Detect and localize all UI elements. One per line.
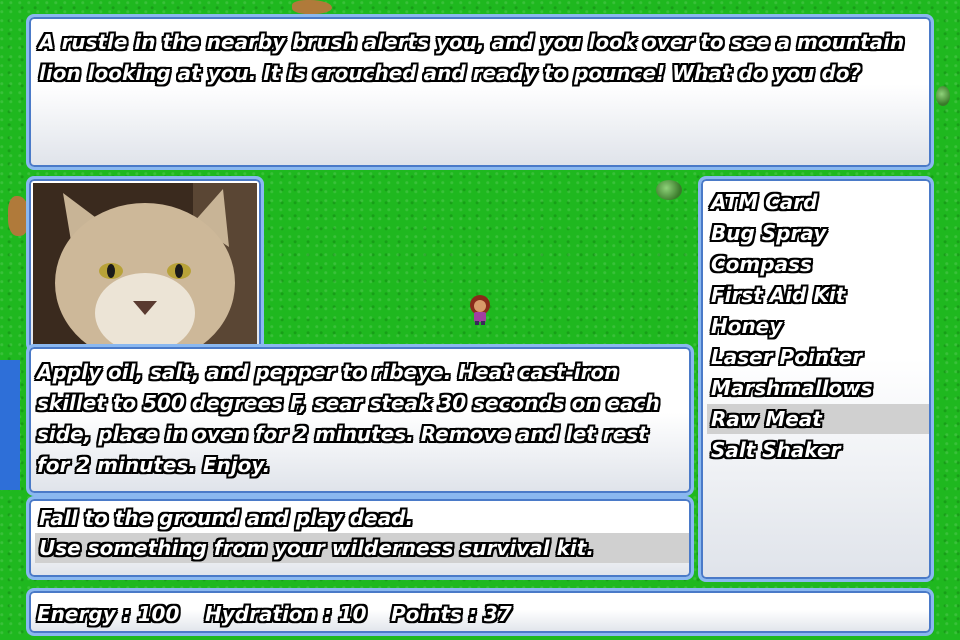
player-character-icon — [470, 295, 490, 325]
inventory-item-marshmallows[interactable]: Marshmallows — [707, 373, 929, 403]
inventory-item-bug-spray[interactable]: Bug Spray — [707, 218, 929, 248]
inventory-item-compass[interactable]: Compass — [707, 249, 929, 279]
encounter-portrait — [26, 176, 264, 352]
message-window: A rustle in the nearby brush alerts you,… — [26, 14, 934, 170]
inventory-window: ATM Card Bug Spray Compass First Aid Kit… — [698, 176, 934, 582]
inventory-item-laser-pointer[interactable]: Laser Pointer — [707, 342, 929, 372]
dirt-patch — [292, 0, 332, 14]
bush-sprite — [936, 86, 950, 106]
choices-window: Fall to the ground and play dead. Use so… — [26, 496, 694, 580]
hydration-stat: Hydration : 10 — [205, 602, 367, 626]
water-tile — [0, 360, 20, 490]
inventory-item-first-aid-kit[interactable]: First Aid Kit — [707, 280, 929, 310]
mountain-lion-icon — [33, 183, 257, 349]
inventory-item-salt-shaker[interactable]: Salt Shaker — [707, 435, 929, 465]
bush-sprite — [656, 180, 682, 200]
choice-use-survival-kit[interactable]: Use something from your wilderness survi… — [35, 533, 689, 563]
energy-stat: Energy : 100 — [37, 602, 180, 626]
item-description-text: Apply oil, salt, and pepper to ribeye. H… — [37, 360, 660, 477]
choice-play-dead[interactable]: Fall to the ground and play dead. — [35, 503, 689, 533]
points-stat: Points : 37 — [391, 602, 512, 626]
inventory-item-honey[interactable]: Honey — [707, 311, 929, 341]
item-description-window: Apply oil, salt, and pepper to ribeye. H… — [26, 344, 694, 496]
inventory-item-raw-meat[interactable]: Raw Meat — [707, 404, 929, 434]
message-text: A rustle in the nearby brush alerts you,… — [39, 30, 905, 85]
status-bar: Energy : 100 Hydration : 10 Points : 37 — [26, 588, 934, 636]
inventory-item-atm-card[interactable]: ATM Card — [707, 187, 929, 217]
